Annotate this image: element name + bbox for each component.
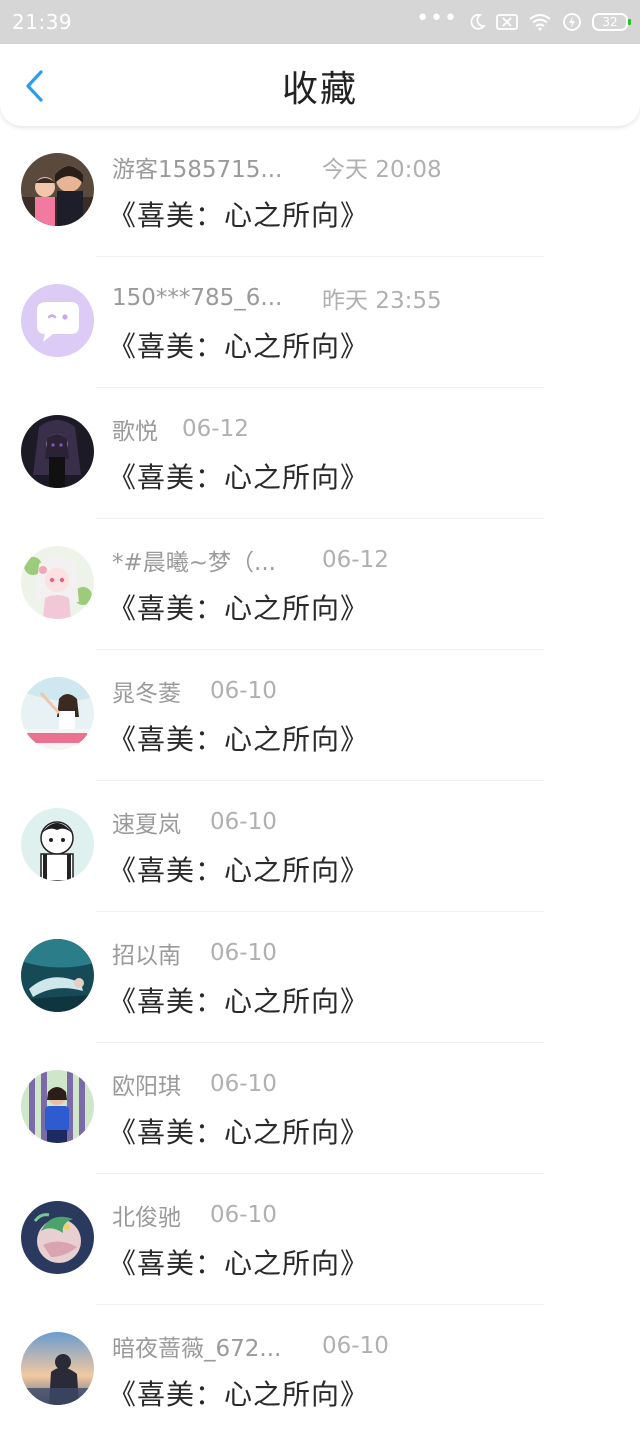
avatar[interactable] <box>21 1201 94 1274</box>
battery-level: 32 <box>602 15 618 29</box>
avatar[interactable] <box>21 1070 94 1143</box>
timestamp: 06-10 <box>210 1071 277 1097</box>
list-item[interactable]: 招以南 06-10 《喜美：心之所向》 <box>0 912 640 1043</box>
timestamp: 06-10 <box>210 1202 277 1228</box>
avatar[interactable] <box>21 808 94 881</box>
list-item[interactable]: 150***785_6... 昨天 23:55 《喜美：心之所向》 <box>0 257 640 388</box>
sim-off-icon <box>496 13 518 31</box>
user-name: 招以南 <box>112 943 181 969</box>
timestamp: 06-10 <box>210 678 277 704</box>
user-name: 欧阳琪 <box>112 1074 181 1100</box>
item-title: 《喜美：心之所向》 <box>108 461 370 494</box>
item-meta: 招以南 06-10 <box>112 938 277 969</box>
list-item[interactable]: 晁冬菱 06-10 《喜美：心之所向》 <box>0 650 640 781</box>
item-title: 《喜美：心之所向》 <box>108 1116 370 1149</box>
user-name: 速夏岚 <box>112 812 181 838</box>
item-meta: 北俊驰 06-10 <box>112 1200 277 1231</box>
page-title: 收藏 <box>281 69 358 110</box>
timestamp: 06-12 <box>182 416 249 442</box>
list-item[interactable]: 欧阳琪 06-10 《喜美：心之所向》 <box>0 1043 640 1174</box>
item-title: 《喜美：心之所向》 <box>108 592 370 625</box>
timestamp: 06-10 <box>322 1333 389 1359</box>
list-item[interactable]: 暗夜蔷薇_672... 06-10 《喜美：心之所向》 <box>0 1305 640 1436</box>
charging-icon <box>562 12 582 32</box>
item-meta: 晁冬菱 06-10 <box>112 676 277 707</box>
item-title: 《喜美：心之所向》 <box>108 1378 370 1411</box>
user-name: 歌悦 <box>112 419 158 445</box>
avatar[interactable] <box>21 284 94 357</box>
wifi-icon <box>528 13 552 31</box>
item-meta: 歌悦 06-12 <box>112 414 249 445</box>
item-meta: 欧阳琪 06-10 <box>112 1069 277 1100</box>
battery-icon: 32 <box>592 13 631 31</box>
nav-bar: 收藏 <box>0 44 640 126</box>
moon-icon <box>468 13 486 31</box>
item-title: 《喜美：心之所向》 <box>108 985 370 1018</box>
avatar[interactable] <box>21 1332 94 1405</box>
list-item[interactable]: 歌悦 06-12 《喜美：心之所向》 <box>0 388 640 519</box>
user-name: 游客1585715... <box>112 157 283 183</box>
favorites-list: 游客1585715... 今天 20:08 《喜美：心之所向》 150***78… <box>0 126 640 1436</box>
item-title: 《喜美：心之所向》 <box>108 854 370 887</box>
item-meta: 速夏岚 06-10 <box>112 807 277 838</box>
item-title: 《喜美：心之所向》 <box>108 1247 370 1280</box>
list-item[interactable]: 北俊驰 06-10 《喜美：心之所向》 <box>0 1174 640 1305</box>
avatar[interactable] <box>21 677 94 750</box>
status-icons: ••• 32 <box>416 8 631 32</box>
avatar[interactable] <box>21 415 94 488</box>
item-title: 《喜美：心之所向》 <box>108 723 370 756</box>
item-title: 《喜美：心之所向》 <box>108 330 370 363</box>
list-item[interactable]: 游客1585715... 今天 20:08 《喜美：心之所向》 <box>0 126 640 257</box>
timestamp: 06-12 <box>322 547 389 573</box>
item-title: 《喜美：心之所向》 <box>108 199 370 232</box>
item-meta: 暗夜蔷薇_672... 06-10 <box>112 1331 389 1362</box>
timestamp: 昨天 23:55 <box>322 288 442 314</box>
avatar[interactable] <box>21 546 94 619</box>
timestamp: 06-10 <box>210 809 277 835</box>
list-item[interactable]: *#晨曦~梦（... 06-12 《喜美：心之所向》 <box>0 519 640 650</box>
user-name: 晁冬菱 <box>112 681 181 707</box>
list-item[interactable]: 速夏岚 06-10 《喜美：心之所向》 <box>0 781 640 912</box>
item-meta: 游客1585715... 今天 20:08 <box>112 152 442 183</box>
user-name: 暗夜蔷薇_672... <box>112 1336 282 1362</box>
user-name: 北俊驰 <box>112 1205 181 1231</box>
avatar[interactable] <box>21 939 94 1012</box>
status-bar: 21:39 ••• 32 <box>0 0 640 44</box>
item-meta: *#晨曦~梦（... 06-12 <box>112 545 389 576</box>
timestamp: 今天 20:08 <box>322 157 442 183</box>
avatar[interactable] <box>21 153 94 226</box>
timestamp: 06-10 <box>210 940 277 966</box>
status-time: 21:39 <box>12 10 73 34</box>
user-name: *#晨曦~梦（... <box>112 550 276 576</box>
item-meta: 150***785_6... 昨天 23:55 <box>112 283 442 314</box>
more-dots-icon: ••• <box>416 6 458 31</box>
user-name: 150***785_6... <box>112 285 283 311</box>
